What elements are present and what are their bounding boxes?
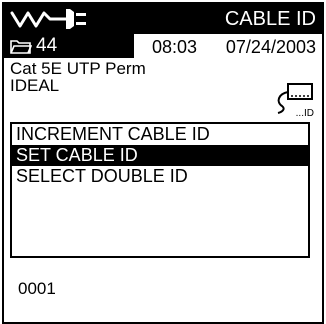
menu-item-set-cable-id[interactable]: SET CABLE ID [12, 145, 308, 166]
folder-count: 44 [36, 35, 58, 56]
current-cable-id-value: 0001 [18, 279, 56, 298]
menu-item-increment-cable-id[interactable]: INCREMENT CABLE ID [12, 124, 308, 145]
folder-icon [10, 40, 32, 54]
vendor-label: IDEAL [10, 76, 60, 95]
screen-title: CABLE ID [224, 8, 316, 30]
cable-tester-logo-icon [10, 9, 86, 29]
cable-id-icon: ...ID [277, 83, 314, 118]
device-screen: CABLE ID 44 08:03 07/24/2003 Cat 5E UTP … [2, 2, 324, 324]
clock-date: 07/24/2003 [225, 37, 316, 57]
menu-item-select-double-id[interactable]: SELECT DOUBLE ID [12, 166, 308, 187]
id-icon-label: ...ID [296, 108, 314, 118]
cable-id-menu: INCREMENT CABLE ID SET CABLE ID SELECT D… [10, 122, 310, 258]
clock-time: 08:03 [152, 37, 198, 57]
